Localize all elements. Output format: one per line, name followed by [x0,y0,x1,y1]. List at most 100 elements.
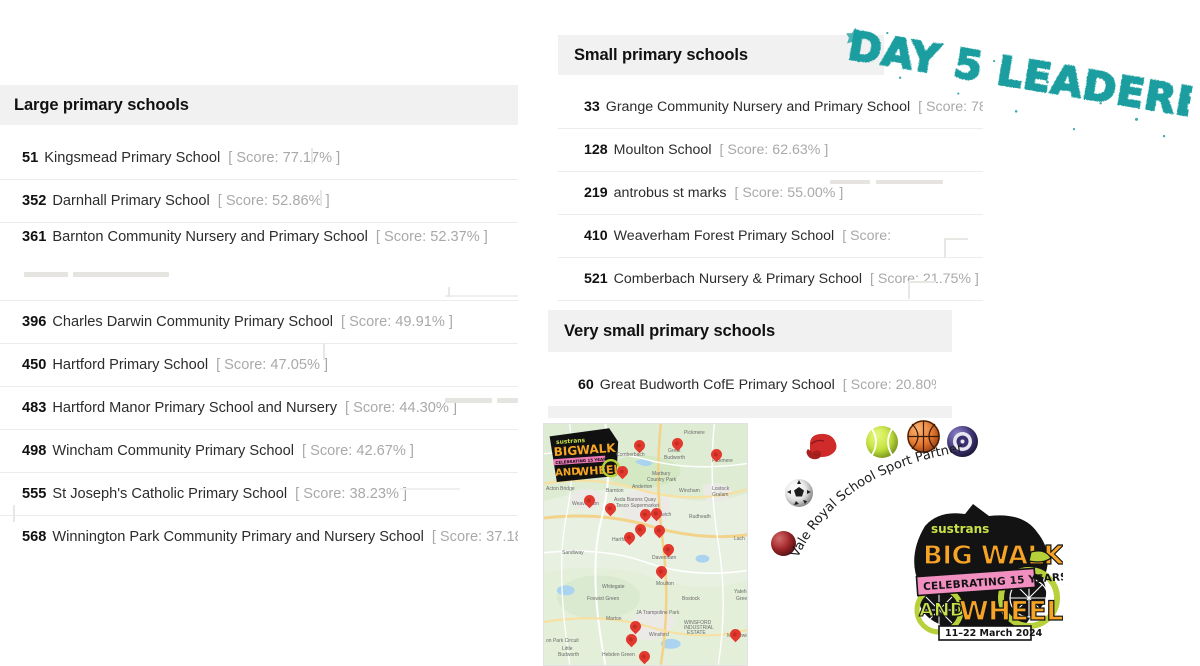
rank: 555 [22,486,47,502]
skeleton-divider [448,287,450,297]
table-row[interactable]: 361 Barnton Community Nursery and Primar… [0,223,518,301]
score: [ Score: 38.23% ] [295,486,408,502]
map-label: Moulton [656,581,674,587]
table-row[interactable]: 219 antrobus st marks [ Score: 55.00% ] [558,172,983,215]
map-label: Lach [734,536,745,542]
score: [ Score: 77.17% ] [228,150,341,166]
school-name: Kingsmead Primary School [44,150,221,166]
large-primary-schools-heading: Large primary schools [0,85,518,125]
map-label: Hebden Green [602,652,635,658]
rank: 33 [584,99,600,115]
skeleton-bar [876,180,943,184]
panel-footer-strip [548,406,952,418]
bww-logo-svg: sustrans BIG WALK CELEBRATING 15 YEARS A… [914,504,1068,641]
table-row[interactable]: 483 Hartford Manor Primary School and Nu… [0,387,518,430]
school-name: Comberbach Nursery & Primary School [613,271,863,287]
skeleton-bracket [944,238,968,258]
skeleton-bar [445,398,492,403]
skeleton-line [490,295,518,297]
svg-text:11–22 March 2024: 11–22 March 2024 [945,628,1043,639]
map-label: Country Park [647,477,677,483]
school-name: Hartford Manor Primary School and Nurser… [52,400,338,416]
rank: 51 [22,150,39,166]
score: [ Score: 78.32% ] [918,99,983,115]
svg-text:WHEEL: WHEEL [959,596,1063,627]
score: [ Score: 37.18% ] [431,529,518,545]
rank: 128 [584,142,608,158]
table-row[interactable]: 568 Winnington Park Community Primary an… [0,516,518,558]
rank: 568 [22,529,47,545]
map-label: Marton [606,616,622,622]
rank: 450 [22,357,47,373]
sustrans-big-walk-and-wheel-logo: sustrans BIG WALK CELEBRATING 15 YEARS A… [903,498,1068,648]
svg-text:WALK: WALK [576,441,617,458]
table-row[interactable]: 498 Wincham Community Primary School [ S… [0,430,518,473]
very-small-primary-schools-heading: Very small primary schools [548,310,952,352]
skeleton-bar [497,398,518,403]
map-label: Pickmere [684,430,705,436]
skeleton-divider [323,343,325,360]
skeleton-divider [320,190,322,206]
score: [ Score: 62.63% ] [719,142,829,158]
score: [ Score: 42.67% ] [302,443,414,459]
small-primary-schools-heading: Small primary schools [558,35,884,75]
map-label: Davenham [652,555,677,561]
score: [ Score: 47.05% ] [216,357,329,373]
map-label: Winsford [649,632,669,638]
map-label: Acton Bridge [546,486,575,492]
map-label: Rudheath [689,514,711,520]
rank: 498 [22,443,47,459]
map-label: ESTATE [687,630,706,636]
school-name: Weaverham Forest Primary School [613,228,835,244]
very-small-primary-schools-list: 60 Great Budworth CofE Primary School [ … [564,352,936,406]
map-label: Foxwist Green [587,596,620,602]
map-label: Comberbach [616,452,645,458]
table-row[interactable]: 33 Grange Community Nursery and Primary … [558,86,983,129]
school-name: Great Budworth CofE Primary School [599,377,835,393]
score: [ Score: 52.86% ] [217,193,330,209]
rank: 521 [584,271,608,287]
score: [ Score: 44.30% ] [345,400,457,416]
table-row[interactable]: 410 Weaverham Forest Primary School [ Sc… [558,215,983,258]
table-row[interactable]: 60 Great Budworth CofE Primary School [ … [564,364,936,406]
very-small-primary-schools-panel: Very small primary schools 60 Great Budw… [548,310,952,418]
table-row[interactable]: 128 Moulton School [ Score: 62.63% ] [558,129,983,172]
schools-map[interactable]: sustrans BIG WALK CELEBRATING 15 YEARS A… [543,423,748,666]
score: [ Score: [842,228,892,244]
score: [ Score: 52.37% ] [375,229,488,245]
map-label: Wincham [679,488,700,494]
map-label: Green [736,596,748,602]
school-name: Grange Community Nursery and Primary Sch… [605,99,911,115]
svg-text:sustrans: sustrans [931,522,989,536]
rank: 361 [22,229,47,245]
large-primary-schools-list: 51 Kingsmead Primary School [ Score: 77.… [0,125,518,558]
table-row[interactable]: 450 Hartford Primary School [ Score: 47.… [0,344,518,387]
score: [ Score: 49.91% ] [340,314,453,330]
score: [ Score: 55.00% ] [734,185,844,201]
table-row[interactable]: 555 St Joseph's Catholic Primary School … [0,473,518,516]
map-label: Gralam [712,492,729,498]
school-name: Wincham Community Primary School [52,443,295,459]
table-row[interactable]: 352 Darnhall Primary School [ Score: 52.… [0,180,518,223]
map-label: Yatehouse [734,589,747,595]
skeleton-divider [311,148,313,164]
map-label: Barnton [606,488,624,494]
school-name: Moulton School [613,142,712,158]
school-name: Barnton Community Nursery and Primary Sc… [52,229,368,245]
rank: 352 [22,193,47,209]
rank: 60 [578,377,594,393]
rank: 219 [584,185,608,201]
bww-mini-svg: sustrans BIG WALK CELEBRATING 15 YEARS A… [549,428,621,483]
rank: 396 [22,314,47,330]
map-label: Whitegate [602,584,625,590]
table-row[interactable]: 51 Kingsmead Primary School [ Score: 77.… [0,137,518,180]
map-label: Budworth [664,455,686,461]
map-label: JA Trampoline Park [636,610,680,616]
skeleton-line [400,488,460,490]
big-walk-and-wheel-map-logo: sustrans BIG WALK CELEBRATING 15 YEARS A… [547,426,623,485]
rank: 410 [584,228,608,244]
skeleton-bracket [908,281,936,299]
map-label: on Park Circuit [546,638,579,644]
small-primary-schools-list: 33 Grange Community Nursery and Primary … [558,75,983,343]
table-row[interactable]: 396 Charles Darwin Community Primary Sch… [0,301,518,344]
